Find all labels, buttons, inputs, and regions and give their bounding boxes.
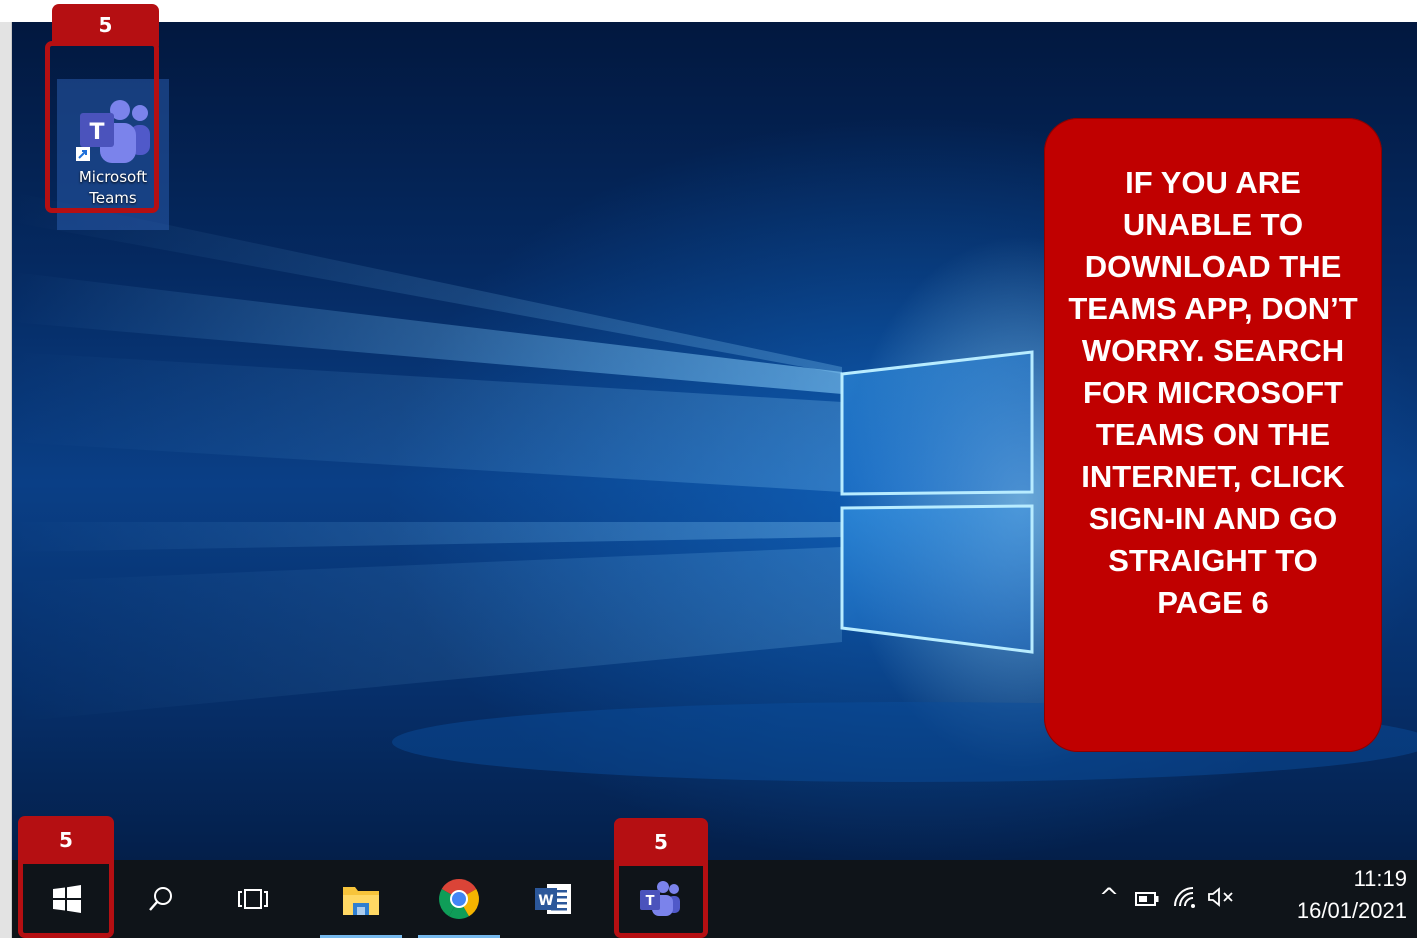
step-marker-frame: [18, 858, 114, 938]
word-icon: W: [535, 884, 571, 914]
taskbar: W T ^ 11:19 16/01/2021: [12, 860, 1417, 938]
search-button[interactable]: [130, 860, 192, 938]
chrome-button[interactable]: [418, 860, 500, 938]
system-tray: ^ 11:19 16/01/2021: [1087, 860, 1417, 938]
step-marker-label: 5: [18, 816, 114, 864]
file-explorer-icon: [343, 887, 379, 915]
volume-muted-icon[interactable]: [1207, 886, 1235, 908]
step-marker-frame: [614, 860, 708, 938]
desktop[interactable]: T Microsoft Teams IF YOU ARE UNABLE TO D…: [12, 22, 1417, 860]
task-view-icon: [238, 889, 268, 909]
chrome-icon: [439, 879, 479, 919]
word-button[interactable]: W: [518, 860, 588, 938]
step-marker-label: 5: [614, 818, 708, 866]
clock-time[interactable]: 11:19: [1354, 866, 1407, 892]
info-callout: IF YOU ARE UNABLE TO DOWNLOAD THE TEAMS …: [1044, 118, 1382, 752]
show-hidden-icons[interactable]: ^: [1099, 882, 1119, 912]
svg-text:W: W: [538, 893, 553, 909]
clock-date[interactable]: 16/01/2021: [1297, 898, 1407, 924]
step-marker-frame: [45, 41, 159, 213]
battery-icon[interactable]: [1135, 892, 1159, 906]
info-callout-text: IF YOU ARE UNABLE TO DOWNLOAD THE TEAMS …: [1068, 165, 1358, 620]
window-edge: [0, 22, 12, 938]
screenshot: T Microsoft Teams IF YOU ARE UNABLE TO D…: [0, 0, 1417, 938]
wifi-icon[interactable]: [1173, 886, 1197, 908]
step-marker-label: 5: [52, 4, 159, 46]
search-icon: [149, 887, 172, 911]
file-explorer-button[interactable]: [320, 860, 402, 938]
task-view-button[interactable]: [222, 860, 284, 938]
